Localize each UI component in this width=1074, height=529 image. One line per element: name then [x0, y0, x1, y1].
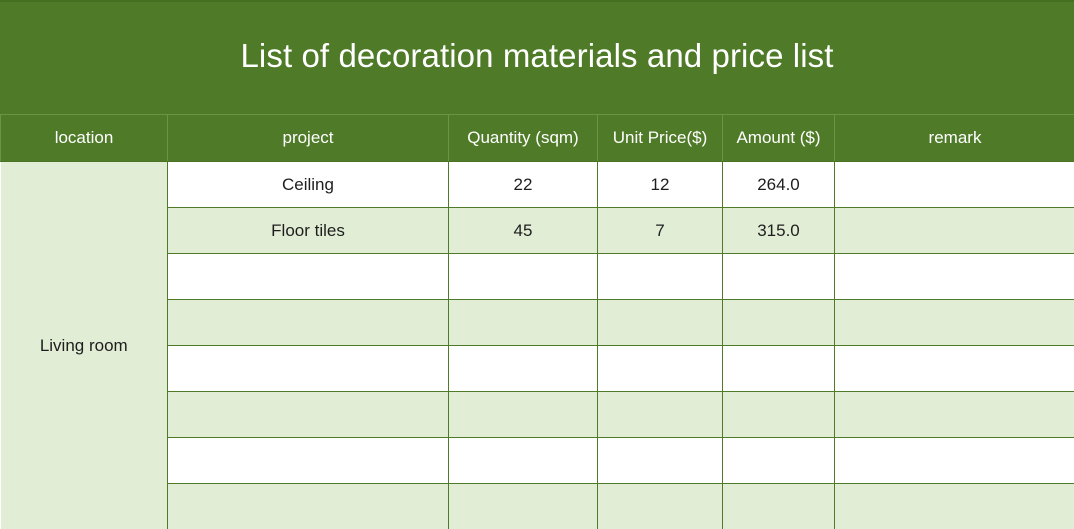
remark-cell[interactable]: [834, 437, 1074, 484]
remark-cell[interactable]: [834, 207, 1074, 254]
remark-cell[interactable]: [834, 253, 1074, 300]
table-row: Living room Ceiling 22 12 264.0: [0, 161, 1074, 529]
remark-cell[interactable]: [834, 161, 1074, 208]
unit-price-cell[interactable]: [597, 437, 723, 484]
project-cell[interactable]: Ceiling: [167, 161, 449, 208]
header-quantity[interactable]: Quantity (sqm): [448, 114, 598, 162]
amount-cell[interactable]: [722, 391, 835, 438]
project-cell[interactable]: [167, 483, 449, 529]
project-cell[interactable]: [167, 299, 449, 346]
page-title: List of decoration materials and price l…: [240, 37, 834, 74]
amount-cell[interactable]: [722, 345, 835, 392]
remark-cell[interactable]: [834, 345, 1074, 392]
project-cell[interactable]: [167, 345, 449, 392]
quantity-cell[interactable]: [448, 345, 598, 392]
unit-price-cell[interactable]: [597, 345, 723, 392]
unit-price-cell[interactable]: [597, 299, 723, 346]
project-cell[interactable]: [167, 437, 449, 484]
header-location[interactable]: location: [0, 114, 168, 162]
quantity-cell[interactable]: 22: [448, 161, 598, 208]
remark-cell[interactable]: [834, 483, 1074, 529]
spreadsheet: List of decoration materials and price l…: [0, 0, 1074, 529]
quantity-cell[interactable]: [448, 391, 598, 438]
remark-cell[interactable]: [834, 391, 1074, 438]
header-project[interactable]: project: [167, 114, 449, 162]
project-cell[interactable]: [167, 253, 449, 300]
price-table: location project Quantity (sqm) Unit Pri…: [0, 114, 1074, 529]
quantity-cell[interactable]: 45: [448, 207, 598, 254]
amount-cell[interactable]: 264.0: [722, 161, 835, 208]
amount-cell[interactable]: [722, 299, 835, 346]
header-unit-price[interactable]: Unit Price($): [597, 114, 723, 162]
quantity-cell[interactable]: [448, 299, 598, 346]
project-cell[interactable]: Floor tiles: [167, 207, 449, 254]
project-cell[interactable]: [167, 391, 449, 438]
unit-price-cell[interactable]: [597, 391, 723, 438]
unit-price-cell[interactable]: 12: [597, 161, 723, 208]
quantity-cell[interactable]: [448, 483, 598, 529]
table-body: Living room Ceiling 22 12 264.0 Floor tiles 45…: [0, 161, 1074, 529]
remark-cell[interactable]: [834, 299, 1074, 346]
location-cell[interactable]: Living room: [0, 161, 168, 529]
title-bar: List of decoration materials and price l…: [0, 0, 1074, 114]
header-remark[interactable]: remark: [834, 114, 1074, 162]
unit-price-cell[interactable]: [597, 253, 723, 300]
header-row: location project Quantity (sqm) Unit Pri…: [0, 114, 1074, 162]
amount-cell[interactable]: [722, 437, 835, 484]
amount-cell[interactable]: [722, 253, 835, 300]
header-amount[interactable]: Amount ($): [722, 114, 835, 162]
unit-price-cell[interactable]: [597, 483, 723, 529]
quantity-cell[interactable]: [448, 253, 598, 300]
quantity-cell[interactable]: [448, 437, 598, 484]
amount-cell[interactable]: [722, 483, 835, 529]
amount-cell[interactable]: 315.0: [722, 207, 835, 254]
unit-price-cell[interactable]: 7: [597, 207, 723, 254]
